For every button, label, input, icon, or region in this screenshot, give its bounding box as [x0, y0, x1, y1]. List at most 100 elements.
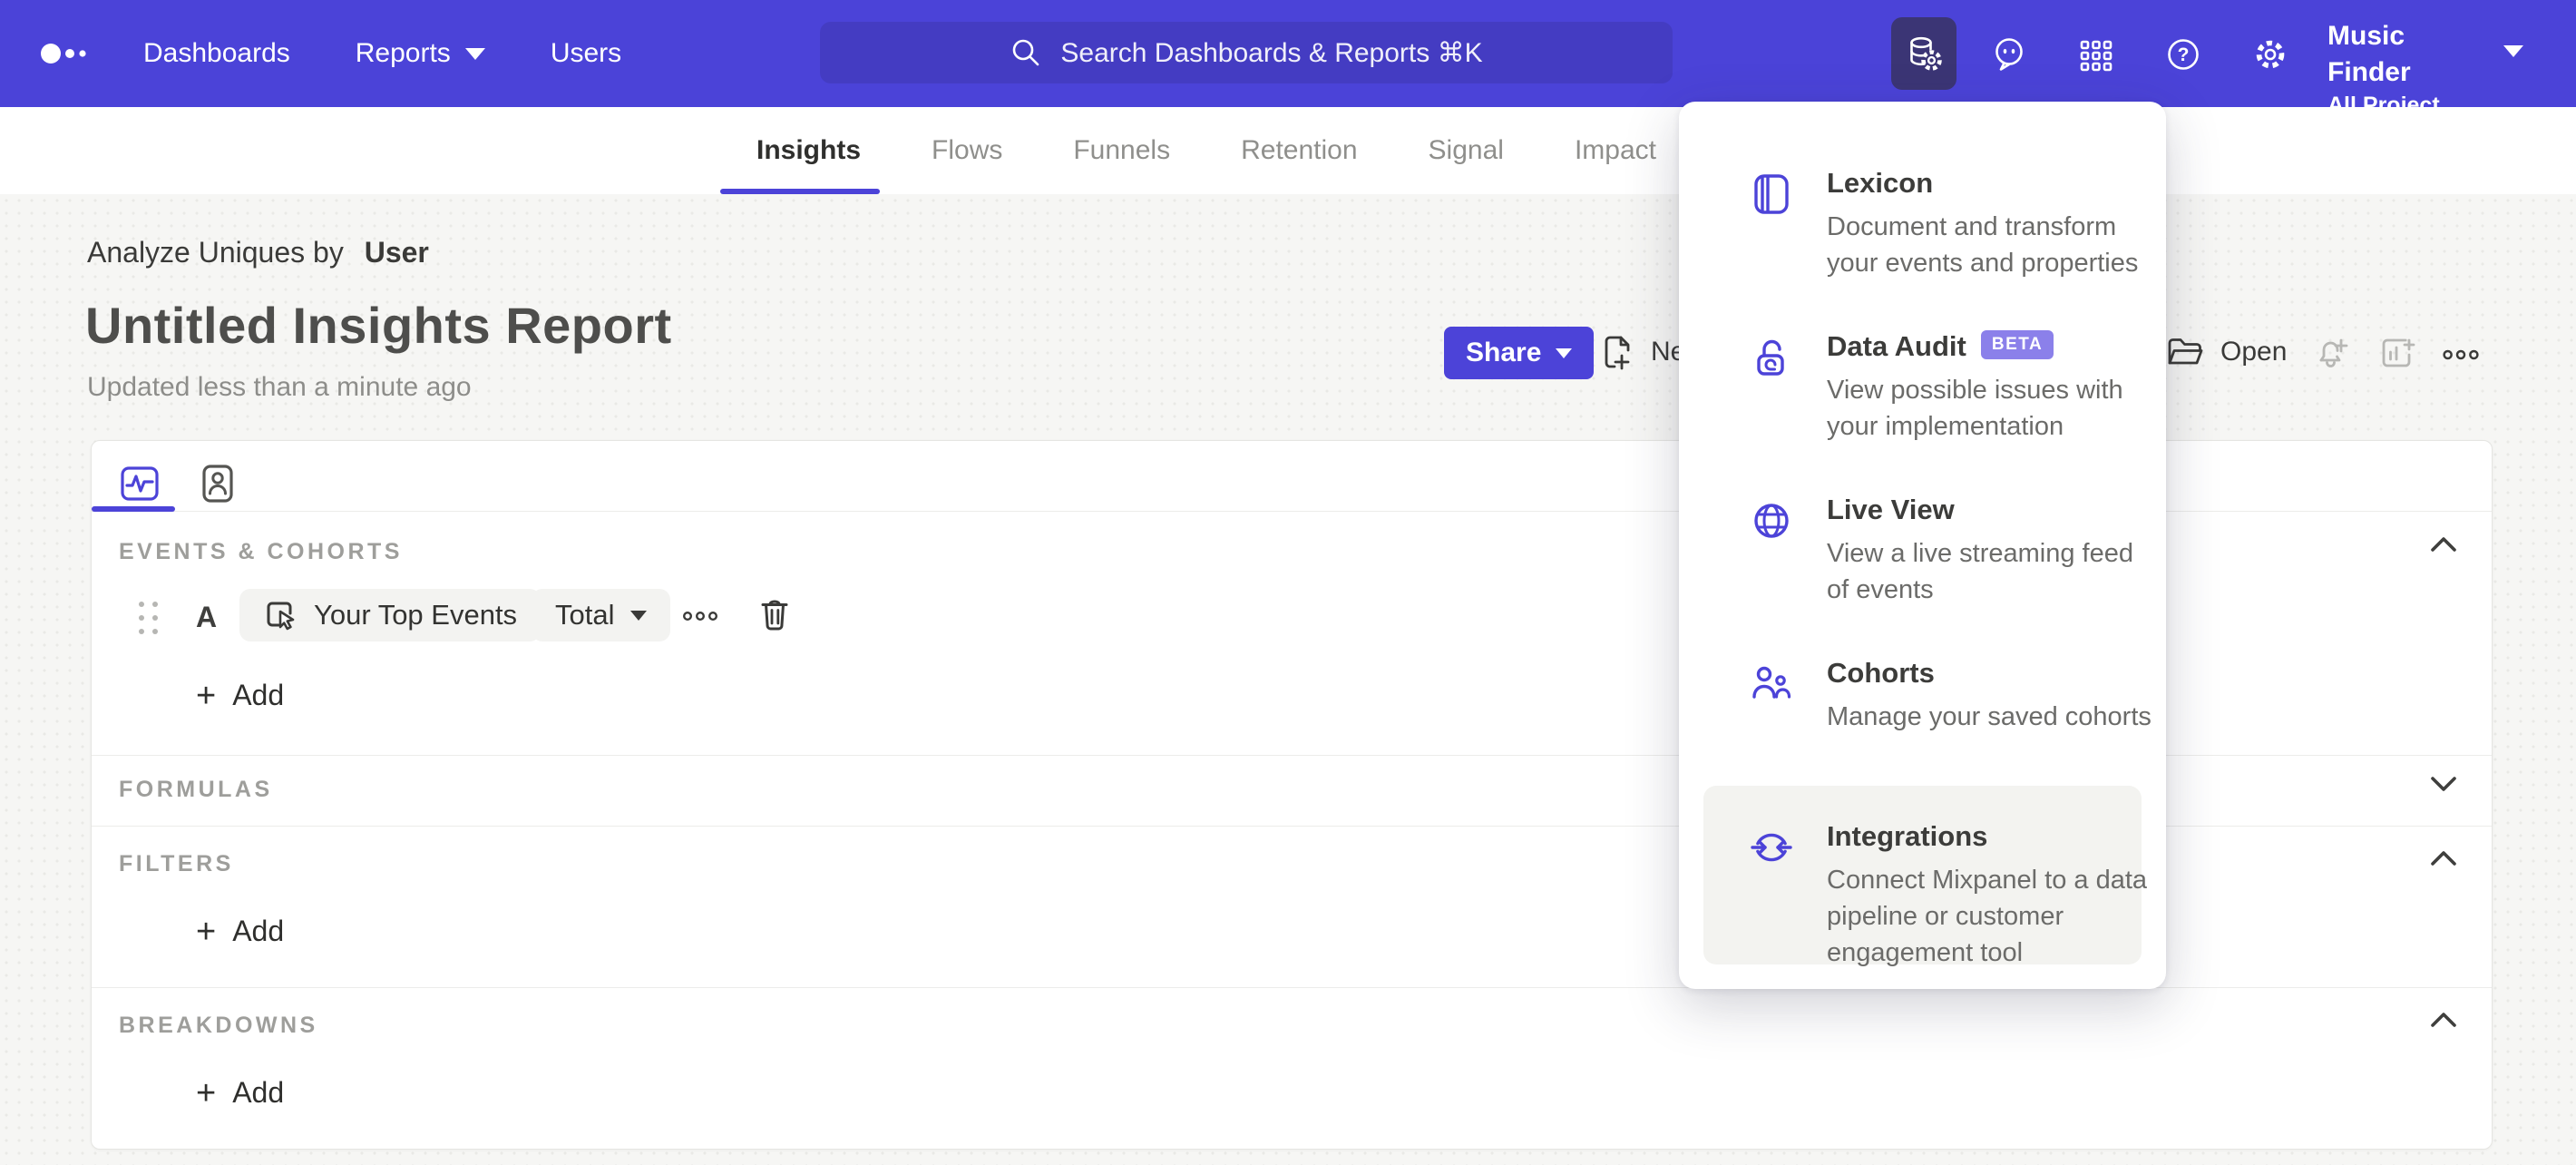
- lexicon-book-icon: [1754, 174, 1789, 214]
- search-placeholder: Search Dashboards & Reports ⌘K: [1060, 37, 1483, 68]
- more-options-button[interactable]: [2440, 334, 2482, 376]
- chevron-down-icon[interactable]: [2503, 45, 2523, 57]
- nav-item-label: Dashboards: [143, 38, 290, 68]
- plus-icon: +: [196, 912, 217, 951]
- page-title[interactable]: Untitled Insights Report: [85, 296, 672, 355]
- nav-item-label: Users: [550, 38, 622, 68]
- collapse-section-button[interactable]: [2430, 1011, 2457, 1029]
- add-breakdown-button[interactable]: + Add: [196, 1073, 285, 1112]
- plus-icon: +: [196, 1073, 217, 1112]
- tab-flows[interactable]: Flows: [932, 135, 1002, 166]
- tab-signal[interactable]: Signal: [1429, 135, 1504, 166]
- metric-selector-pill[interactable]: Total: [532, 589, 671, 641]
- add-event-button[interactable]: + Add: [196, 676, 285, 715]
- tab-impact[interactable]: Impact: [1575, 135, 1656, 166]
- chevron-down-icon: [1556, 348, 1573, 358]
- menu-item-data-audit[interactable]: Data Audit BETA View possible issues wit…: [1679, 328, 2166, 488]
- menu-item-description: Document and transform your events and p…: [1827, 212, 2139, 278]
- svg-text:?: ?: [2178, 44, 2190, 65]
- menu-item-title: Cohorts: [1827, 657, 1935, 689]
- feedback-button[interactable]: [1989, 34, 2029, 74]
- search-input[interactable]: Search Dashboards & Reports ⌘K: [820, 22, 1673, 83]
- menu-item-description: View a live streaming feed of events: [1827, 539, 2133, 604]
- plus-icon: +: [196, 676, 217, 715]
- chevron-down-icon: [630, 610, 648, 621]
- report-tabs: Insights Flows Funnels Retention Signal …: [756, 107, 1656, 194]
- event-click-icon: [267, 602, 295, 631]
- nav-item-dashboards[interactable]: Dashboards: [143, 38, 290, 69]
- open-label: Open: [2220, 337, 2288, 367]
- feedback-bubble-icon: [1995, 38, 2023, 71]
- tab-metrics[interactable]: [115, 459, 164, 508]
- add-label: Add: [232, 915, 285, 947]
- profile-tab-icon: [202, 465, 233, 503]
- tab-retention[interactable]: Retention: [1241, 135, 1357, 166]
- data-management-button[interactable]: [1891, 17, 1956, 90]
- integrations-sync-icon: [1751, 833, 1792, 862]
- collapse-section-button[interactable]: [2430, 849, 2457, 867]
- menu-item-lexicon[interactable]: Lexicon Document and transform your even…: [1679, 165, 2166, 325]
- metric-name: Total: [555, 599, 615, 631]
- menu-item-description: Connect Mixpanel to a data pipeline or c…: [1827, 866, 2148, 967]
- add-label: Add: [232, 1076, 285, 1109]
- mixpanel-logo-icon[interactable]: [40, 40, 91, 67]
- section-label-formulas: FORMULAS: [119, 777, 273, 802]
- mixpanel-app: Dashboards Reports Users Search Dashboar…: [0, 0, 2576, 1165]
- tab-user-profiles[interactable]: [193, 459, 242, 508]
- tab-funnels[interactable]: Funnels: [1073, 135, 1170, 166]
- analyze-value[interactable]: User: [365, 236, 429, 269]
- folder-open-icon: [2168, 338, 2203, 365]
- settings-gear-icon: [2256, 40, 2285, 69]
- alert-add-button[interactable]: [2309, 332, 2351, 374]
- data-audit-lock-icon: [1757, 339, 1784, 376]
- menu-item-integrations[interactable]: Integrations Connect Mixpanel to a data …: [1679, 818, 2166, 978]
- nav-item-users[interactable]: Users: [551, 38, 621, 69]
- trash-icon: [761, 600, 788, 631]
- settings-button[interactable]: [2250, 34, 2290, 74]
- share-label: Share: [1466, 338, 1542, 367]
- active-builder-tab-underline: [92, 506, 175, 512]
- menu-item-description: View possible issues with your implement…: [1827, 376, 2123, 441]
- apps-button[interactable]: [2076, 34, 2116, 74]
- expand-section-button[interactable]: [2430, 775, 2457, 793]
- event-name: Your Top Events: [314, 599, 518, 631]
- bell-add-icon: [2319, 338, 2348, 367]
- updated-timestamp: Updated less than a minute ago: [87, 372, 472, 402]
- add-filter-button[interactable]: + Add: [196, 912, 285, 951]
- menu-item-cohorts[interactable]: Cohorts Manage your saved cohorts: [1679, 655, 2166, 815]
- add-to-board-button[interactable]: [2375, 332, 2416, 374]
- drag-handle[interactable]: [139, 602, 158, 634]
- add-label: Add: [232, 679, 285, 711]
- menu-item-description: Manage your saved cohorts: [1827, 702, 2152, 731]
- pulse-chart-tab-icon: [121, 466, 159, 501]
- collapse-section-button[interactable]: [2430, 535, 2457, 553]
- nav-item-reports[interactable]: Reports: [356, 38, 485, 69]
- section-label-breakdowns: BREAKDOWNS: [119, 1013, 318, 1038]
- document-add-icon: [1605, 336, 1630, 370]
- open-report-button[interactable]: Open: [2164, 332, 2287, 372]
- menu-item-live-view[interactable]: Live View View a live streaming feed of …: [1679, 492, 2166, 651]
- row-more-button[interactable]: [679, 595, 721, 637]
- more-ellipsis-icon: [682, 612, 718, 622]
- share-button[interactable]: Share: [1444, 327, 1595, 379]
- nav-links: Dashboards Reports Users: [143, 0, 621, 107]
- delete-row-button[interactable]: [754, 593, 795, 635]
- series-letter: A: [196, 601, 218, 633]
- tab-insights[interactable]: Insights: [756, 135, 861, 166]
- help-icon: ?: [2168, 39, 2199, 70]
- event-selector-pill[interactable]: Your Top Events: [239, 589, 542, 641]
- menu-item-title: Data Audit: [1827, 330, 1966, 362]
- analyze-by-control[interactable]: Analyze Uniques by User: [87, 236, 429, 269]
- board-add-icon: [2382, 338, 2415, 367]
- data-management-icon: [1910, 36, 1942, 71]
- menu-item-title: Live View: [1827, 494, 1955, 525]
- help-button[interactable]: ?: [2163, 34, 2203, 74]
- project-name: Music Finder: [2327, 21, 2411, 87]
- nav-item-label: Reports: [355, 38, 451, 68]
- analyze-label: Analyze Uniques by: [87, 236, 344, 269]
- menu-item-title: Integrations: [1827, 820, 1988, 852]
- section-label-filters: FILTERS: [119, 851, 234, 876]
- live-view-globe-icon: [1754, 504, 1789, 538]
- search-icon: [1013, 39, 1039, 66]
- more-ellipsis-icon: [2443, 349, 2479, 360]
